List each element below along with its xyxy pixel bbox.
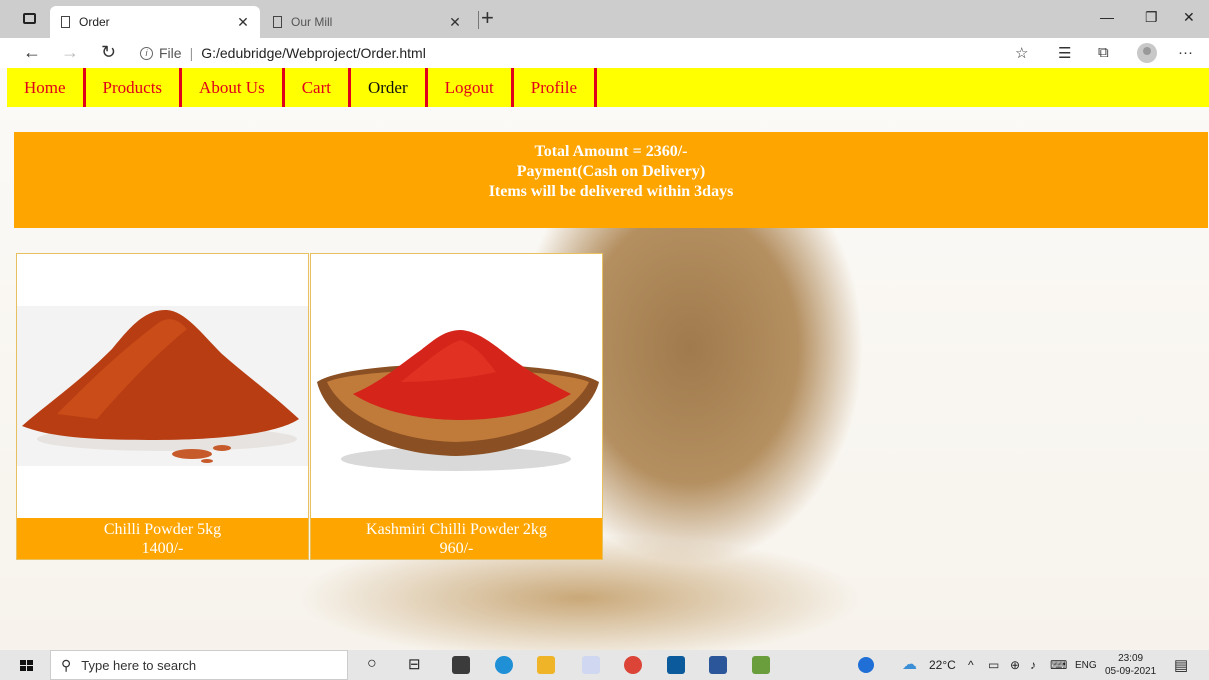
order-summary: Total Amount = 2360/- Payment(Cash on De…	[14, 132, 1208, 228]
clock-date: 05-09-2021	[1105, 666, 1157, 677]
browser-tab-order[interactable]: Order ✕	[50, 6, 260, 38]
product-name: Chilli Powder 5kg	[103, 521, 222, 538]
url-divider: |	[189, 45, 194, 61]
nav-products[interactable]: Products	[86, 68, 183, 107]
payment-method: Payment(Cash on Delivery)	[516, 163, 706, 180]
dropbox-icon[interactable]	[582, 656, 600, 674]
restore-icon[interactable]: ❐	[1145, 9, 1158, 26]
windows-start-icon[interactable]	[20, 660, 33, 671]
battery-icon[interactable]: ▭	[988, 658, 999, 672]
page-viewport: Home Products About Us Cart Order Logout…	[0, 68, 1209, 650]
collections-icon[interactable]: ⧉	[1098, 44, 1109, 61]
delivery-note: Items will be delivered within 3days	[488, 183, 734, 200]
new-tab-icon[interactable]: +	[481, 5, 494, 31]
tab-separator	[478, 11, 479, 29]
nav-home[interactable]: Home	[7, 68, 86, 107]
forward-icon[interactable]: →	[61, 42, 79, 63]
product-caption: Kashmiri Chilli Powder 2kg 960/-	[311, 518, 602, 559]
keyboard-icon[interactable]: ⌨	[1050, 658, 1067, 672]
page-icon	[61, 16, 70, 28]
close-icon[interactable]: ✕	[446, 14, 464, 31]
address-bar: ← → ↻ i File | G:/edubridge/Webproject/O…	[0, 38, 1209, 68]
taskbar-clock[interactable]: 23:09 05-09-2021	[1105, 652, 1156, 678]
windows-taskbar: ⚲ Type here to search ○ ⊟ ☁ 22°C ^ ▭ ⊕ ♪…	[0, 650, 1209, 680]
back-icon[interactable]: ←	[23, 42, 41, 63]
paint-icon[interactable]	[752, 656, 770, 674]
kashmiri-chilli-powder-image	[311, 254, 602, 518]
window-close-icon[interactable]: ✕	[1183, 9, 1195, 26]
product-card: Kashmiri Chilli Powder 2kg 960/-	[310, 253, 603, 560]
refresh-icon[interactable]: ↻	[101, 42, 116, 63]
browser-tab-strip: Order ✕ Our Mill ✕ + — ❐ ✕	[0, 0, 1209, 38]
url-field[interactable]: i File | G:/edubridge/Webproject/Order.h…	[140, 41, 1010, 65]
nav-about-us[interactable]: About Us	[182, 68, 285, 107]
tab-actions-icon[interactable]	[23, 13, 36, 24]
product-card: Chilli Powder 5kg 1400/-	[16, 253, 309, 560]
task-view-icon[interactable]: ⊟	[408, 655, 421, 673]
nav-cart[interactable]: Cart	[285, 68, 351, 107]
product-price: 960/-	[439, 540, 474, 557]
site-navbar: Home Products About Us Cart Order Logout…	[7, 68, 1209, 107]
tab-title: Order	[79, 15, 110, 29]
profile-avatar[interactable]	[1137, 43, 1157, 63]
language-indicator[interactable]: ENG	[1075, 660, 1097, 671]
mail-icon[interactable]	[667, 656, 685, 674]
taskbar-search-box[interactable]: ⚲ Type here to search	[50, 650, 348, 680]
info-icon[interactable]: i	[140, 46, 153, 60]
close-icon[interactable]: ✕	[234, 14, 252, 31]
store-icon[interactable]	[452, 656, 470, 674]
temperature[interactable]: 22°C	[929, 658, 956, 672]
nav-order[interactable]: Order	[351, 68, 428, 107]
url-text: G:/edubridge/Webproject/Order.html	[201, 45, 426, 61]
network-icon[interactable]: ⊕	[1010, 658, 1020, 672]
product-name: Kashmiri Chilli Powder 2kg	[366, 521, 547, 538]
tab-title: Our Mill	[291, 15, 333, 29]
nav-logout[interactable]: Logout	[428, 68, 514, 107]
product-caption: Chilli Powder 5kg 1400/-	[17, 518, 308, 559]
edge-browser-icon[interactable]	[495, 656, 513, 674]
browser-tab-our-mill[interactable]: Our Mill ✕	[262, 6, 472, 38]
chilli-powder-image	[17, 254, 308, 518]
more-menu-icon[interactable]: ···	[1178, 44, 1193, 61]
page-icon	[273, 16, 282, 28]
word-icon[interactable]	[709, 656, 727, 674]
chrome-icon[interactable]	[624, 656, 642, 674]
notifications-icon[interactable]: ▤	[1174, 656, 1188, 674]
clock-time: 23:09	[1118, 653, 1144, 664]
weather-icon[interactable]: ☁	[902, 655, 917, 673]
total-amount: Total Amount = 2360/-	[534, 143, 688, 160]
cortana-icon[interactable]: ○	[367, 655, 377, 673]
show-hidden-icons[interactable]: ^	[968, 658, 974, 672]
help-icon[interactable]	[858, 657, 874, 673]
taskbar-search-placeholder: Type here to search	[81, 657, 197, 673]
volume-icon[interactable]: ♪	[1030, 658, 1036, 672]
favorites-list-icon[interactable]: ☰	[1058, 44, 1071, 62]
file-explorer-icon[interactable]	[537, 656, 555, 674]
product-price: 1400/-	[141, 540, 184, 557]
minimize-icon[interactable]: —	[1100, 9, 1114, 25]
url-scheme-label: File	[159, 45, 182, 61]
nav-profile[interactable]: Profile	[514, 68, 598, 107]
search-icon: ⚲	[61, 656, 72, 673]
favorite-star-icon[interactable]: ☆	[1015, 44, 1028, 62]
